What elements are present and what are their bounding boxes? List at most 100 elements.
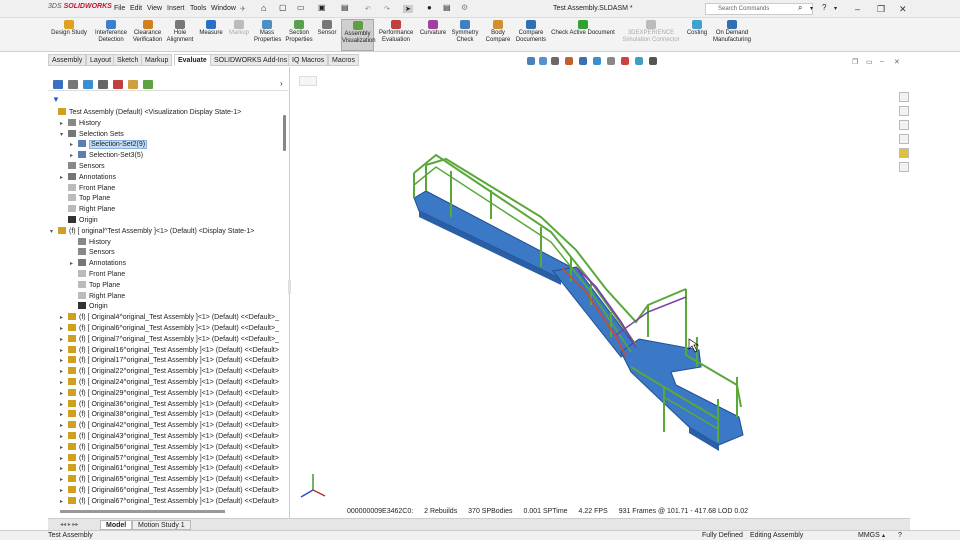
tree-node[interactable]: ▸ (f) [ Original24^original_Test Assembly… bbox=[60, 377, 279, 388]
tab-solidworks-add-ins[interactable]: SOLIDWORKS Add-Ins bbox=[210, 54, 292, 66]
ribbon-button-on-demand-manufacturing[interactable]: On Demand Manufacturing bbox=[712, 19, 752, 51]
featuremanager-tab-icon[interactable] bbox=[53, 80, 63, 89]
expand-toggle-icon[interactable]: ▾ bbox=[50, 227, 58, 238]
tree-node[interactable]: ▸ (f) [ Original4^original_Test Assembly … bbox=[60, 312, 279, 323]
rebuild-icon[interactable]: ● bbox=[427, 3, 432, 12]
ribbon-button-3dexperience-simulation-connector[interactable]: 3DEXPERIENCE Simulation Connector bbox=[620, 19, 682, 51]
tab-assembly[interactable]: Assembly bbox=[48, 54, 87, 66]
tree-node[interactable]: ▾ (f) [ original^Test Assembly ]<1> (Defa… bbox=[50, 226, 254, 237]
ribbon-button-section-properties[interactable]: Section Properties bbox=[285, 19, 313, 51]
tree-node[interactable]: ▸ Annotations bbox=[60, 172, 116, 183]
tree-node[interactable]: ▸ Selection-Set2(9) bbox=[70, 139, 148, 150]
tree-node[interactable]: ▾ Selection Sets bbox=[60, 129, 124, 140]
search-dropdown-icon[interactable]: ▾ bbox=[810, 5, 813, 12]
menu-edit[interactable]: Edit bbox=[130, 5, 142, 12]
tree-node[interactable]: ▸ (f) [ Original43^original_Test Assembly… bbox=[60, 431, 279, 442]
tab-evaluate[interactable]: Evaluate bbox=[174, 54, 211, 66]
tab-model[interactable]: Model bbox=[100, 520, 133, 530]
doc-tile-icon[interactable]: ▭ bbox=[866, 58, 873, 66]
tree-node[interactable]: Front Plane bbox=[60, 183, 115, 194]
feature-tree-flyout-icon[interactable] bbox=[299, 76, 317, 86]
tree-node[interactable]: Front Plane bbox=[70, 269, 125, 280]
zoom-to-area-icon[interactable] bbox=[539, 57, 547, 65]
tree-node[interactable]: ▸ (f) [ Original7^original_Test Assembly … bbox=[60, 334, 279, 345]
previous-view-icon[interactable] bbox=[551, 57, 559, 65]
tab-scroll-arrows-icon[interactable]: ◂◂ ▸ ▸▸ bbox=[60, 521, 78, 528]
print-icon[interactable]: ▤ bbox=[341, 3, 349, 12]
save-icon[interactable]: ▣ bbox=[318, 3, 326, 12]
undo-icon[interactable]: ↶ bbox=[365, 5, 371, 13]
panel-expand-chevron-icon[interactable]: › bbox=[280, 79, 283, 88]
ribbon-button-measure[interactable]: Measure bbox=[198, 19, 224, 51]
file-properties-icon[interactable]: ▤ bbox=[443, 3, 451, 12]
ribbon-button-clearance-verification[interactable]: Clearance Verification bbox=[131, 19, 164, 51]
tab-layout[interactable]: Layout bbox=[86, 54, 116, 66]
ribbon-button-sensor[interactable]: Sensor bbox=[316, 19, 338, 51]
tree-node[interactable]: ▸ (f) [ Original65^original_Test Assembly… bbox=[60, 474, 279, 485]
tree-node[interactable]: Origin bbox=[70, 301, 108, 312]
ribbon-button-performance-evaluation[interactable]: Performance Evaluation bbox=[379, 19, 413, 51]
hide-show-items-icon[interactable] bbox=[607, 57, 615, 65]
graphics-area[interactable] bbox=[291, 67, 895, 518]
tree-node[interactable]: Right Plane bbox=[70, 291, 125, 302]
tree-horizontal-scrollbar[interactable] bbox=[60, 510, 225, 513]
menu-file[interactable]: File bbox=[114, 5, 125, 12]
solidworks-logo[interactable]: 3DS SOLIDWORKS bbox=[48, 3, 112, 10]
cam-tab-icon[interactable] bbox=[128, 80, 138, 89]
tree-node[interactable]: ▸ History bbox=[60, 118, 101, 129]
ribbon-button-compare-documents[interactable]: Compare Documents bbox=[515, 19, 547, 51]
open-folder-icon[interactable]: ▭ bbox=[297, 3, 305, 12]
tree-node[interactable]: History bbox=[70, 237, 111, 248]
tab-iq-macros[interactable]: IQ Macros bbox=[288, 54, 329, 66]
tree-node[interactable]: ▸ (f) [ Original42^original_Test Assembly… bbox=[60, 420, 279, 431]
zoom-to-fit-icon[interactable] bbox=[527, 57, 535, 65]
options-gear-icon[interactable]: ⚙ bbox=[461, 3, 468, 12]
ribbon-button-hole-alignment[interactable]: Hole Alignment bbox=[166, 19, 194, 51]
doc-restore-icon[interactable]: ❐ bbox=[852, 58, 858, 66]
tab-markup[interactable]: Markup bbox=[141, 54, 173, 66]
menu-tools[interactable]: Tools bbox=[190, 5, 206, 12]
tree-node[interactable]: ▸ (f) [ Original66^original_Test Assembly… bbox=[60, 485, 279, 496]
resources-task-icon[interactable] bbox=[899, 106, 909, 116]
tree-node[interactable]: ▸ (f) [ Original57^original_Test Assembly… bbox=[60, 453, 279, 464]
ribbon-button-design-study[interactable]: Design Study bbox=[50, 19, 88, 51]
tree-node[interactable]: Sensors bbox=[70, 247, 115, 258]
pin-icon[interactable]: ✈ bbox=[240, 5, 246, 13]
menu-window[interactable]: Window bbox=[211, 5, 236, 12]
tree-node[interactable]: ▸ (f) [ Original56^original_Test Assembly… bbox=[60, 442, 279, 453]
help-dropdown-icon[interactable]: ▾ bbox=[834, 5, 837, 12]
configurationmanager-tab-icon[interactable] bbox=[83, 80, 93, 89]
expand-toggle-icon[interactable]: ▸ bbox=[60, 497, 68, 507]
tree-node[interactable]: Top Plane bbox=[60, 193, 110, 204]
tree-node[interactable]: ▸ (f) [ Original67^original_Test Assembly… bbox=[60, 496, 279, 507]
tree-node[interactable]: Test Assembly (Default) <Visualization D… bbox=[50, 107, 241, 118]
home-task-icon[interactable] bbox=[899, 92, 909, 102]
dimxpert-tab-icon[interactable] bbox=[98, 80, 108, 89]
plugin-tab-icon[interactable] bbox=[143, 80, 153, 89]
menu-view[interactable]: View bbox=[147, 5, 162, 12]
tree-node[interactable]: ▸ (f) [ Original29^original_Test Assembly… bbox=[60, 388, 279, 399]
ribbon-button-interference-detection[interactable]: Interference Detection bbox=[92, 19, 130, 51]
display-manager-tab-icon[interactable] bbox=[113, 80, 123, 89]
new-document-icon[interactable]: ▢ bbox=[279, 3, 287, 12]
tree-node[interactable]: Top Plane bbox=[70, 280, 120, 291]
ribbon-button-costing[interactable]: Costing bbox=[685, 19, 709, 51]
menu-insert[interactable]: Insert bbox=[167, 5, 185, 12]
tree-node[interactable]: ▸ Selection-Set3(5) bbox=[70, 150, 143, 161]
tab-motion-study-1[interactable]: Motion Study 1 bbox=[132, 520, 191, 530]
ribbon-button-assembly-visualization[interactable]: Assembly Visualization bbox=[341, 19, 376, 51]
tree-vertical-scrollbar[interactable] bbox=[283, 115, 286, 151]
tree-node[interactable]: ▸ (f) [ Original36^original_Test Assembly… bbox=[60, 399, 279, 410]
assembly-3d-model[interactable] bbox=[291, 67, 895, 518]
tree-node[interactable]: Right Plane bbox=[60, 204, 115, 215]
doc-close-icon[interactable]: ✕ bbox=[894, 58, 900, 66]
apply-scene-icon[interactable] bbox=[635, 57, 643, 65]
display-style-icon[interactable] bbox=[593, 57, 601, 65]
file-explorer-icon[interactable] bbox=[899, 134, 909, 144]
home-icon[interactable]: ⌂ bbox=[261, 3, 266, 13]
doc-minimize-icon[interactable]: – bbox=[880, 58, 884, 65]
tab-macros[interactable]: Macros bbox=[328, 54, 359, 66]
tree-node[interactable]: ▸ Annotations bbox=[70, 258, 126, 269]
tree-node[interactable]: ▸ (f) [ Original22^original_Test Assembly… bbox=[60, 366, 279, 377]
select-arrow-icon[interactable]: ➤ bbox=[403, 5, 413, 13]
